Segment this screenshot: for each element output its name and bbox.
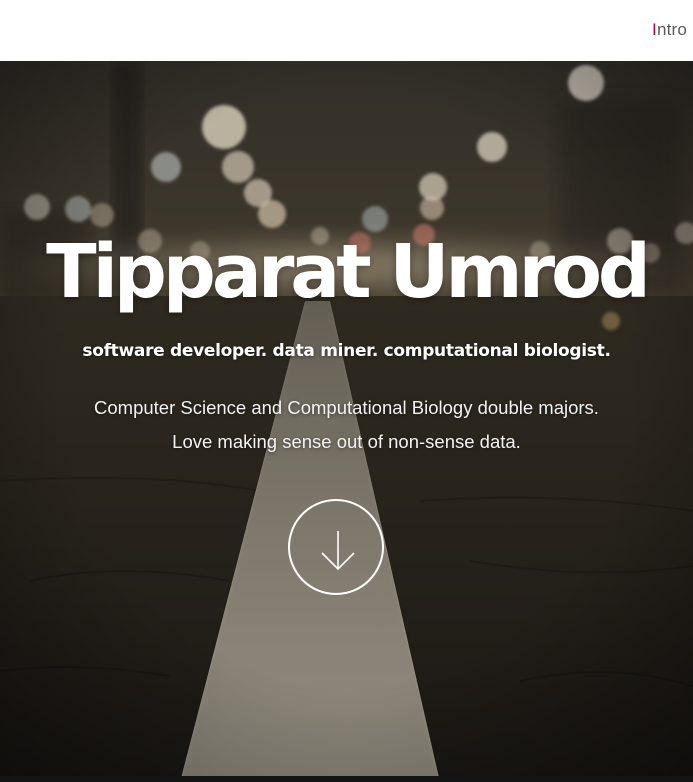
hero-section: Tipparat Umrod software developer. data … (0, 61, 693, 782)
nav-link-intro[interactable]: Intro (652, 20, 687, 40)
scroll-down-button[interactable] (288, 499, 384, 595)
hero-description-line-1: Computer Science and Computational Biolo… (94, 397, 599, 418)
top-navbar: Intro (0, 0, 693, 61)
hero-description-line-2: Love making sense out of non-sense data. (172, 431, 521, 452)
hero-title: Tipparat Umrod (46, 229, 651, 315)
hero-content: Tipparat Umrod software developer. data … (0, 61, 693, 782)
hero-subtitle: software developer. data miner. computat… (82, 341, 611, 361)
arrow-down-icon (321, 531, 355, 571)
bottom-edge (0, 776, 693, 782)
